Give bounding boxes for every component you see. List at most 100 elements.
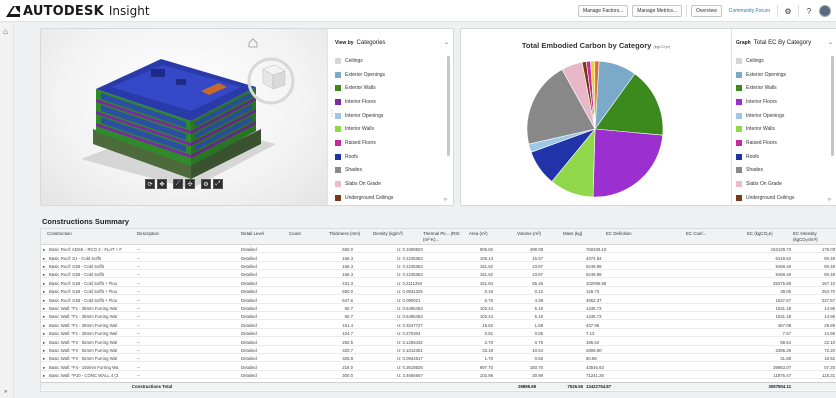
viewer-home-icon[interactable]	[248, 38, 258, 48]
column-header[interactable]: Area (m²)	[469, 231, 511, 237]
expand-icon[interactable]: »	[4, 389, 7, 395]
table-row[interactable]: ▸ Basic Roof: S1B - Cold Soffit + Floo -- D…	[41, 296, 836, 304]
legend-item[interactable]: Ceilings	[335, 54, 445, 68]
table-row[interactable]: ▸ Basic Wall: *P10 - CONC WALL 4 (3 -- Deta…	[41, 372, 836, 380]
expand-row-icon[interactable]: ▸	[43, 272, 45, 278]
orbit-icon[interactable]: ⟳	[145, 179, 155, 189]
legend-item[interactable]: Exterior Openings	[736, 68, 829, 82]
expand-row-icon[interactable]: ▸	[43, 264, 45, 270]
legend-item[interactable]: Slabs On Grade	[736, 177, 829, 191]
legend-item[interactable]: Interior Floors	[335, 95, 445, 109]
column-header[interactable]: Construction	[47, 231, 135, 237]
measure-icon[interactable]: ⟋	[173, 179, 183, 189]
table-row[interactable]: ▸ Basic Wall: *F1 - 38mm Furring Wal -- Det…	[41, 313, 836, 321]
expand-row-icon[interactable]: ▸	[43, 247, 45, 253]
table-row[interactable]: ▸ Basic Roof: S1B - Cold Soffit + Floo -- D…	[41, 288, 836, 296]
expand-row-icon[interactable]: ▸	[43, 289, 45, 295]
column-header[interactable]: Thickness (mm)	[329, 231, 371, 237]
legend-item[interactable]: Exterior Walls	[736, 81, 829, 95]
legend-item[interactable]: Interior Openings	[736, 109, 829, 123]
model-viewer[interactable]: ⟳ ✥ ⟋ ✣ ⚙ ⤢	[41, 29, 327, 205]
column-header[interactable]: Description	[137, 231, 179, 237]
table-row[interactable]: ▸ Basic Roof: S1B - Cold Soffit + Floo -- D…	[41, 280, 836, 287]
table-row[interactable]: ▸ Basic Wall: *F2 - 92mm Furring Wal -- Det…	[41, 355, 836, 363]
table-cell: Basic Roof: ADSK - RCO 2 - FLAT + F	[49, 247, 123, 253]
collapse-icon[interactable]: »	[444, 197, 447, 203]
legend-item[interactable]: Slabs On Grade	[335, 177, 445, 191]
collapse-icon[interactable]: »	[828, 197, 831, 203]
legend-item[interactable]: Interior Walls	[335, 122, 445, 136]
pie-chart[interactable]	[461, 29, 731, 205]
expand-row-icon[interactable]: ▸	[43, 323, 45, 329]
table-row[interactable]: ▸ Basic Wall: *F4 - 150mm Furring Wa -- Det…	[41, 364, 836, 371]
manage-factors-button[interactable]: Manage Factors...	[577, 5, 629, 17]
legend-item[interactable]: Underground Ceilings	[335, 191, 445, 205]
table-row[interactable]: ▸ Basic Wall: *F2 - 92mm Furring Wal -- Det…	[41, 347, 836, 354]
column-header[interactable]: Volume (m³)	[517, 231, 559, 237]
legend-item[interactable]: Exterior Walls	[335, 81, 445, 95]
avatar[interactable]	[819, 5, 831, 17]
table-cell: 5.19	[534, 314, 543, 320]
fullscreen-icon[interactable]: ⤢	[213, 179, 223, 189]
column-header[interactable]: Detail Level	[241, 231, 283, 237]
gear-icon[interactable]: ⚙	[782, 5, 794, 17]
table-row[interactable]: ▸ Basic Wall: *F1 - 38mm Furring Wal -- Det…	[41, 330, 836, 338]
legend-item[interactable]: Exterior Openings	[335, 68, 445, 82]
legend-item[interactable]: Ceilings	[736, 54, 829, 68]
overview-button[interactable]: Overview	[691, 5, 722, 17]
table-row[interactable]: ▸ Basic Roof: S1B - Cold Soffit -- Detailed…	[41, 263, 836, 270]
legend-item[interactable]: Underground Ceilings	[736, 191, 829, 205]
table-cell: 101.4	[342, 322, 353, 328]
table-row[interactable]: ▸ Basic Wall: *F1 - 38mm Furring Wal -- Det…	[41, 305, 836, 312]
view-cube[interactable]	[247, 57, 295, 105]
expand-row-icon[interactable]: ▸	[43, 306, 45, 312]
settings-icon[interactable]: ⚙	[201, 179, 211, 189]
legend-item[interactable]: Interior Walls	[736, 122, 829, 136]
expand-row-icon[interactable]: ▸	[43, 256, 45, 262]
expand-row-icon[interactable]: ▸	[43, 314, 45, 320]
legend-item[interactable]: Roofs	[335, 150, 445, 164]
expand-row-icon[interactable]: ▸	[43, 348, 45, 354]
manage-metrics-button[interactable]: Manage Metrics...	[632, 5, 683, 17]
expand-row-icon[interactable]: ▸	[43, 298, 45, 304]
community-forum-link[interactable]: Community Forum	[726, 8, 773, 14]
column-header[interactable]: Thermal Pe... (RSI: (m²·K)...	[423, 231, 465, 242]
expand-row-icon[interactable]: ▸	[43, 340, 45, 346]
column-header[interactable]: EC Definition	[606, 231, 648, 237]
legend-item[interactable]: Interior Openings	[335, 109, 445, 123]
table-row[interactable]: ▸ Basic Wall: *F2 - 92mm Furring Wal -- Det…	[41, 338, 836, 346]
expand-row-icon[interactable]: ▸	[43, 373, 45, 379]
expand-row-icon[interactable]: ▸	[43, 356, 45, 362]
help-icon[interactable]: ?	[803, 5, 815, 17]
legend-item[interactable]: Shades	[335, 164, 445, 178]
view-by-dropdown[interactable]: View by Categories ⌄	[335, 39, 449, 47]
column-header[interactable]: EC (kgCO₂e)	[747, 231, 789, 237]
legend-item[interactable]: Interior Floors	[736, 95, 829, 109]
legend-item[interactable]: Raised Floors	[736, 136, 829, 150]
table-row[interactable]: ▸ Basic Roof: S1B - Cold Soffit -- Detailed…	[41, 271, 836, 279]
expand-row-icon[interactable]: ▸	[43, 365, 45, 371]
expand-row-icon[interactable]: ▸	[43, 331, 45, 337]
column-header[interactable]: Mass (kg)	[563, 231, 605, 237]
home-icon[interactable]: ⌂	[3, 27, 8, 36]
legend-item[interactable]: Raised Floors	[335, 136, 445, 150]
legend-scrollbar[interactable]	[447, 56, 450, 156]
column-header[interactable]: EC Coef...	[686, 231, 728, 237]
column-header[interactable]: EC Intensity (kgCO₂e/m²)	[793, 231, 835, 242]
legend-scrollbar[interactable]	[831, 56, 834, 156]
pie-slice[interactable]	[592, 128, 664, 198]
table-row[interactable]: ▸ Basic Roof: S1 - Cold Soffit -- Detailed 1…	[41, 254, 836, 262]
table-row[interactable]: ▸ Basic Wall: *F1 - 38mm Furring Wal -- Det…	[41, 322, 836, 329]
legend-item[interactable]: Roofs	[736, 150, 829, 164]
graph-dropdown[interactable]: Graph Total EC By Category ⌄	[736, 39, 833, 47]
table-row[interactable]: ▸ Basic Roof: ADSK - RCO 2 - FLAT + F -- De…	[41, 246, 836, 254]
expand-row-icon[interactable]: ▸	[43, 281, 45, 287]
column-header[interactable]: Count	[289, 231, 331, 237]
legend-item[interactable]: Shades	[736, 164, 829, 178]
explode-icon[interactable]: ✣	[185, 179, 195, 189]
column-header[interactable]: Density (kg/m³)	[373, 231, 415, 237]
pan-icon[interactable]: ✥	[157, 179, 167, 189]
autodesk-logo[interactable]: AUTODESK Insight	[6, 4, 150, 19]
table-cell: 14.95	[824, 305, 835, 311]
table-cell: Detailed	[241, 373, 257, 379]
